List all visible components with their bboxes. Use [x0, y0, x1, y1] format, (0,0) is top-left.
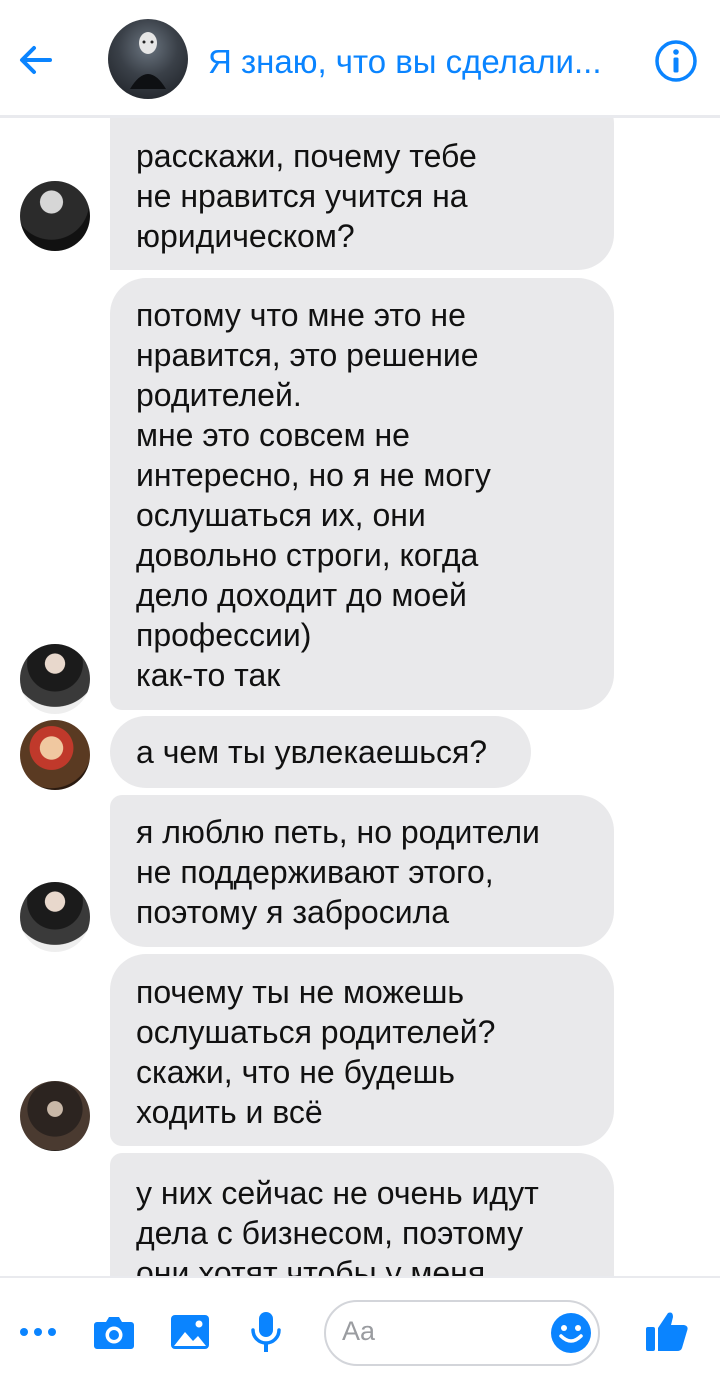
- message-row: я люблю петь, но родители не поддерживаю…: [0, 795, 720, 952]
- emoji-icon[interactable]: [550, 1312, 592, 1354]
- message-bubble[interactable]: потому что мне это не нравится, это реше…: [110, 278, 614, 710]
- message-bubble[interactable]: расскажи, почему тебе не нравится учится…: [110, 118, 614, 270]
- message-input-placeholder: Aa: [342, 1316, 376, 1346]
- chat-header: Я знаю, что вы сделали...: [0, 0, 720, 118]
- message-row: потому что мне это не нравится, это реше…: [0, 278, 720, 714]
- message-composer: Aa: [0, 1276, 720, 1386]
- microphone-icon[interactable]: [244, 1310, 288, 1354]
- camera-icon[interactable]: [92, 1310, 136, 1354]
- message-bubble[interactable]: я люблю петь, но родители не поддерживаю…: [110, 795, 614, 947]
- message-text: почему ты не можешь ослушаться родителей…: [136, 974, 496, 1130]
- back-arrow-icon[interactable]: [14, 38, 58, 82]
- chat-avatar[interactable]: [108, 19, 188, 99]
- message-row: а чем ты увлекаешься?: [0, 716, 720, 790]
- sender-avatar[interactable]: [20, 644, 90, 714]
- like-thumb-icon[interactable]: [644, 1308, 690, 1354]
- sender-avatar[interactable]: [20, 1081, 90, 1151]
- message-row: у них сейчас не очень идут дела с бизнес…: [0, 1153, 720, 1276]
- message-bubble[interactable]: а чем ты увлекаешься?: [110, 716, 531, 788]
- gallery-icon[interactable]: [168, 1310, 212, 1354]
- message-text: а чем ты увлекаешься?: [136, 734, 488, 770]
- message-list[interactable]: расскажи, почему тебе не нравится учится…: [0, 118, 720, 1276]
- message-row: расскажи, почему тебе не нравится учится…: [0, 118, 720, 270]
- message-bubble[interactable]: у них сейчас не очень идут дела с бизнес…: [110, 1153, 614, 1276]
- sender-avatar[interactable]: [20, 720, 90, 790]
- info-icon[interactable]: [654, 39, 698, 83]
- message-row: почему ты не можешь ослушаться родителей…: [0, 954, 720, 1151]
- message-text: потому что мне это не нравится, это реше…: [136, 297, 491, 693]
- chat-title[interactable]: Я знаю, что вы сделали...: [208, 40, 618, 84]
- sender-avatar[interactable]: [20, 882, 90, 952]
- message-text: расскажи, почему тебе не нравится учится…: [136, 138, 477, 254]
- message-bubble[interactable]: почему ты не можешь ослушаться родителей…: [110, 954, 614, 1146]
- message-text: у них сейчас не очень идут дела с бизнес…: [136, 1175, 539, 1276]
- message-text: я люблю петь, но родители не поддерживаю…: [136, 814, 540, 930]
- sender-avatar[interactable]: [20, 181, 90, 251]
- more-options-icon[interactable]: [16, 1310, 60, 1354]
